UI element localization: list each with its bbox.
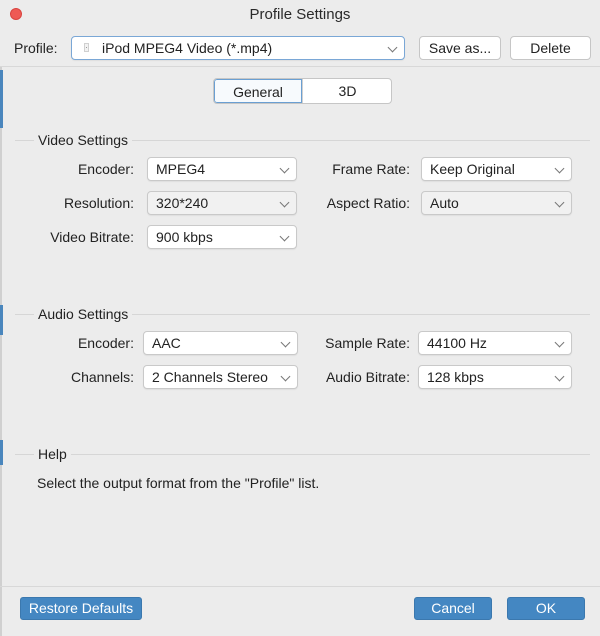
frame-rate-select[interactable]: Keep Original: [421, 157, 572, 181]
aspect-ratio-value: Auto: [430, 195, 459, 211]
sample-rate-value: 44100 Hz: [427, 335, 487, 351]
profile-label: Profile:: [14, 40, 58, 56]
chevron-down-icon: [554, 163, 565, 174]
sample-rate-label: Sample Rate:: [325, 335, 410, 351]
file-icon: [84, 43, 89, 52]
chevron-down-icon: [279, 163, 290, 174]
title-bar: Profile Settings: [0, 0, 600, 30]
delete-button[interactable]: Delete: [510, 36, 591, 60]
audio-encoder-select[interactable]: AAC: [143, 331, 298, 355]
resolution-label: Resolution:: [63, 195, 134, 211]
video-encoder-label: Encoder:: [77, 161, 134, 177]
video-encoder-value: MPEG4: [156, 161, 206, 177]
close-window-button[interactable]: [10, 8, 22, 20]
channels-select[interactable]: 2 Channels Stereo: [143, 365, 298, 389]
profile-select-value: iPod MPEG4 Video (*.mp4): [102, 40, 273, 56]
audio-bitrate-value: 128 kbps: [427, 369, 484, 385]
aspect-ratio-label: Aspect Ratio:: [326, 195, 410, 211]
footer-divider: [0, 586, 600, 587]
edge-mark: [0, 70, 3, 128]
video-bitrate-value: 900 kbps: [156, 229, 213, 245]
save-as-button[interactable]: Save as...: [419, 36, 501, 60]
divider: [15, 454, 590, 455]
video-settings-title: Video Settings: [34, 132, 133, 148]
chevron-down-icon: [554, 197, 565, 208]
video-bitrate-select[interactable]: 900 kbps: [147, 225, 297, 249]
cancel-button[interactable]: Cancel: [414, 597, 492, 620]
video-bitrate-label: Video Bitrate:: [50, 229, 134, 245]
window-left-edge: [0, 0, 3, 636]
help-title: Help: [34, 446, 71, 462]
audio-encoder-value: AAC: [152, 335, 181, 351]
chevron-down-icon: [279, 231, 290, 242]
resolution-value: 320*240: [156, 195, 209, 211]
chevron-down-icon: [554, 337, 565, 348]
channels-label: Channels:: [70, 369, 134, 385]
channels-value: 2 Channels Stereo: [152, 369, 268, 385]
tab-group: General 3D: [213, 78, 392, 104]
restore-defaults-button[interactable]: Restore Defaults: [20, 597, 142, 620]
edge-mark: [0, 305, 3, 335]
chevron-down-icon: [280, 337, 291, 348]
tab-3d[interactable]: 3D: [302, 79, 391, 103]
audio-bitrate-label: Audio Bitrate:: [325, 369, 410, 385]
help-text: Select the output format from the "Profi…: [37, 475, 320, 491]
aspect-ratio-select[interactable]: Auto: [421, 191, 572, 215]
frame-rate-label: Frame Rate:: [332, 161, 410, 177]
resolution-select[interactable]: 320*240: [147, 191, 297, 215]
edge-mark: [0, 440, 3, 465]
sample-rate-select[interactable]: 44100 Hz: [418, 331, 572, 355]
ok-button[interactable]: OK: [507, 597, 585, 620]
chevron-down-icon: [554, 371, 565, 382]
audio-settings-title: Audio Settings: [34, 306, 133, 322]
video-encoder-select[interactable]: MPEG4: [147, 157, 297, 181]
chevron-down-icon: [279, 197, 290, 208]
profile-select[interactable]: iPod MPEG4 Video (*.mp4): [71, 36, 405, 60]
tab-general[interactable]: General: [214, 79, 302, 103]
audio-bitrate-select[interactable]: 128 kbps: [418, 365, 572, 389]
chevron-down-icon: [280, 371, 291, 382]
frame-rate-value: Keep Original: [430, 161, 515, 177]
chevron-down-icon: [387, 42, 398, 53]
window-title: Profile Settings: [249, 6, 351, 23]
audio-encoder-label: Encoder:: [77, 335, 134, 351]
